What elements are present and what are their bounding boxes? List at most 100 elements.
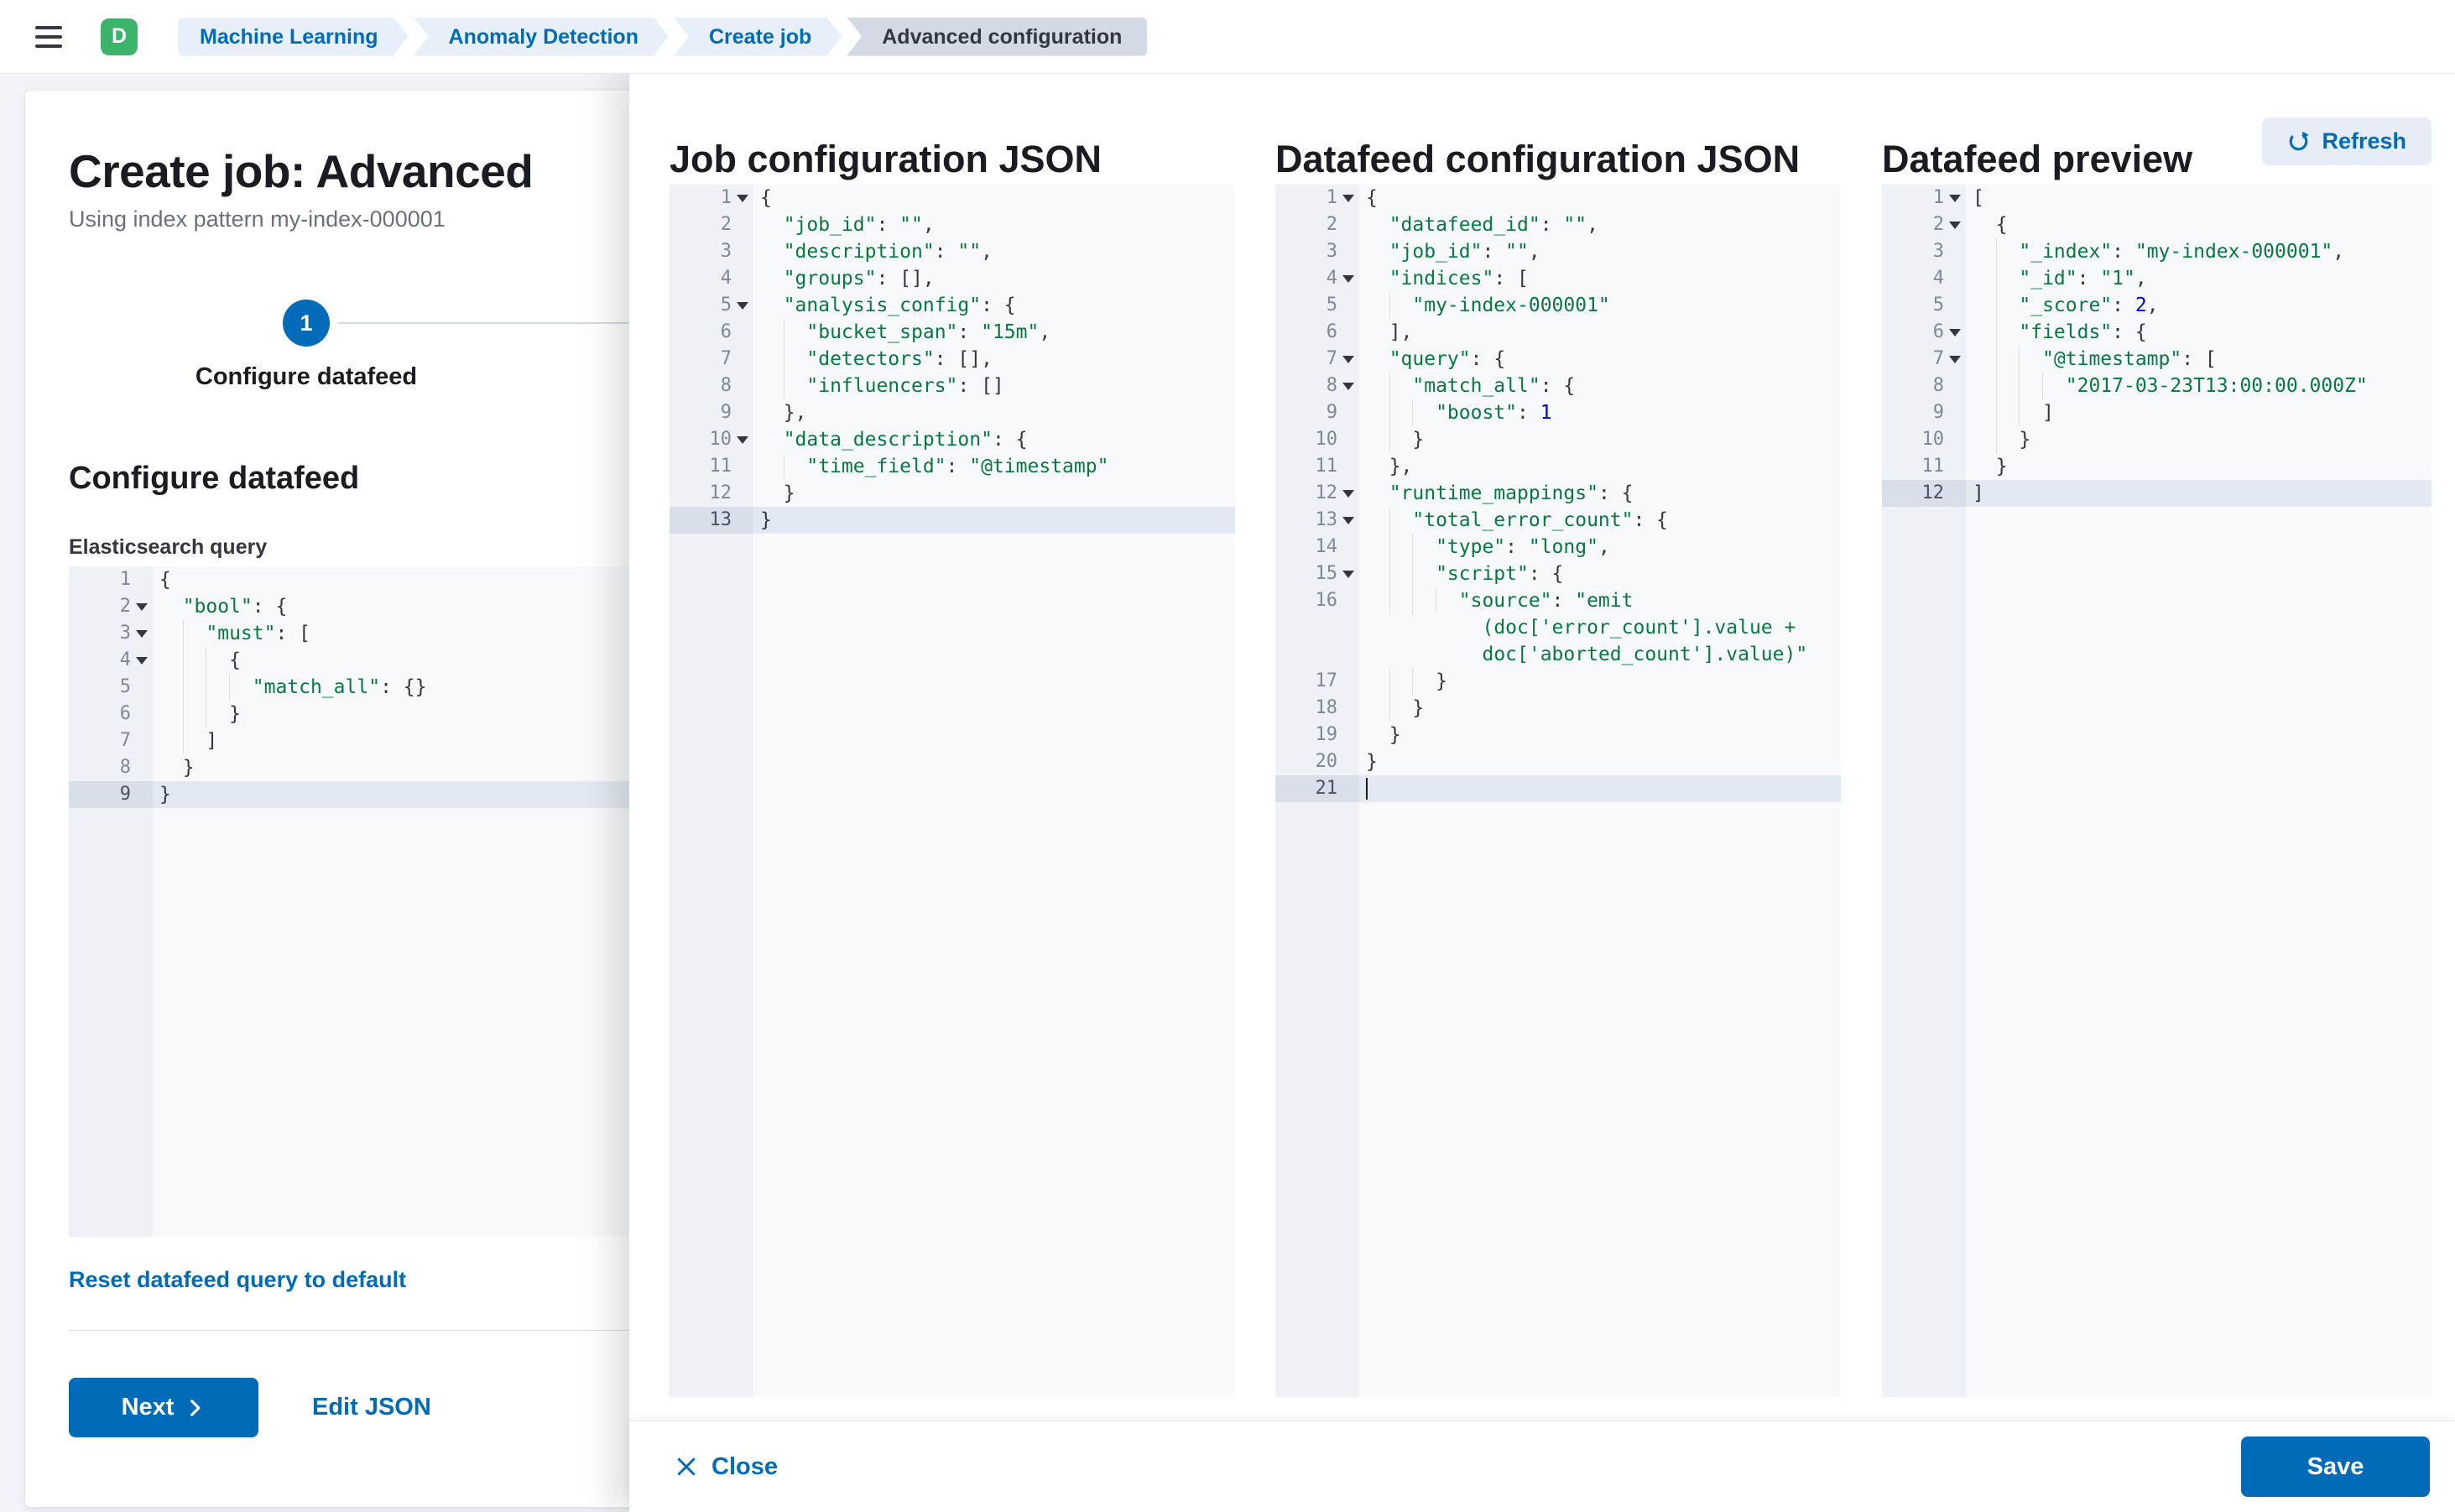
fold-arrow-icon[interactable] — [1949, 329, 1961, 336]
code-line: 9] — [1882, 399, 2432, 426]
breadcrumb-create-job[interactable]: Create job — [674, 18, 842, 56]
fold-arrow-icon[interactable] — [136, 603, 148, 611]
fold-arrow-icon[interactable] — [1949, 195, 1961, 202]
breadcrumb-current: Advanced configuration — [847, 18, 1147, 56]
code-line: 2"job_id": "", — [670, 211, 1235, 238]
fold-arrow-icon[interactable] — [1342, 517, 1354, 524]
fold-arrow-icon[interactable] — [1949, 356, 1961, 363]
code-line: 5"analysis_config": { — [670, 292, 1235, 319]
code-line: 15"script": { — [1275, 560, 1841, 587]
step-1-label: Configure datafeed — [195, 363, 417, 391]
breadcrumb: Machine Learning Anomaly Detection Creat… — [178, 18, 1147, 56]
code-line: 9}, — [670, 399, 1235, 426]
close-button-label: Close — [711, 1453, 778, 1481]
code-line: 5"_score": 2, — [1882, 292, 2432, 319]
fold-arrow-icon[interactable] — [1342, 383, 1354, 390]
fold-arrow-icon[interactable] — [1342, 490, 1354, 498]
breadcrumb-machine-learning[interactable]: Machine Learning — [178, 18, 409, 56]
code-line: 3"job_id": "", — [1275, 238, 1841, 265]
code-line: 12] — [1882, 480, 2432, 507]
reset-datafeed-query-link[interactable]: Reset datafeed query to default — [69, 1267, 406, 1293]
fold-arrow-icon[interactable] — [136, 657, 148, 665]
fold-arrow-icon[interactable] — [737, 302, 748, 310]
job-config-title: Job configuration JSON — [670, 138, 1102, 181]
code-line: 1{ — [1275, 185, 1841, 211]
code-line: 10} — [1882, 426, 2432, 453]
chevron-right-icon — [184, 1397, 206, 1419]
fold-arrow-icon[interactable] — [737, 195, 748, 202]
code-line: 1[ — [1882, 185, 2432, 211]
code-line: 16"source": "emit — [1275, 587, 1841, 614]
fold-arrow-icon[interactable] — [1342, 356, 1354, 363]
code-line: 4"_id": "1", — [1882, 265, 2432, 292]
code-line: 3"_index": "my-index-000001", — [1882, 238, 2432, 265]
code-line: 2{ — [1882, 211, 2432, 238]
code-line: 18} — [1275, 695, 1841, 722]
edit-json-flyout: Job configuration JSON 1{2"job_id": "",3… — [629, 74, 2455, 1512]
code-line: 7"query": { — [1275, 346, 1841, 373]
code-line: 6"bucket_span": "15m", — [670, 319, 1235, 346]
code-line: 21 — [1275, 775, 1841, 802]
fold-arrow-icon[interactable] — [737, 436, 748, 444]
save-button[interactable]: Save — [2241, 1436, 2430, 1497]
code-line: 12} — [670, 480, 1235, 507]
code-line: 4"indices": [ — [1275, 265, 1841, 292]
code-line: 11} — [1882, 453, 2432, 480]
code-line: 1{ — [670, 185, 1235, 211]
code-line: 14"type": "long", — [1275, 534, 1841, 560]
code-line: 20} — [1275, 748, 1841, 775]
menu-bar — [35, 44, 62, 48]
edit-json-button[interactable]: Edit JSON — [307, 1393, 436, 1422]
avatar[interactable]: D — [101, 18, 138, 55]
flyout-footer: Close Save — [629, 1421, 2455, 1512]
job-config-editor[interactable]: 1{2"job_id": "",3"description": "",4"gro… — [670, 185, 1235, 1397]
fold-arrow-icon[interactable] — [1342, 275, 1354, 283]
code-line: 6], — [1275, 319, 1841, 346]
code-line: 5"my-index-000001" — [1275, 292, 1841, 319]
breadcrumb-anomaly-detection[interactable]: Anomaly Detection — [414, 18, 669, 56]
menu-icon[interactable] — [35, 26, 62, 48]
code-line: 13"total_error_count": { — [1275, 507, 1841, 534]
code-line: 17} — [1275, 668, 1841, 695]
datafeed-preview-title: Datafeed preview — [1882, 138, 2192, 181]
code-line: 7"detectors": [], — [670, 346, 1235, 373]
datafeed-preview-editor[interactable]: 1[2{3"_index": "my-index-000001",4"_id":… — [1882, 185, 2432, 1397]
step-1-indicator[interactable]: 1 — [283, 300, 330, 347]
code-line: 6"fields": { — [1882, 319, 2432, 346]
code-line: 7"@timestamp": [ — [1882, 346, 2432, 373]
text-cursor — [1366, 778, 1368, 800]
code-line: 8"2017-03-23T13:00:00.000Z" — [1882, 373, 2432, 399]
close-button[interactable]: Close — [670, 1452, 783, 1482]
code-line: 12"runtime_mappings": { — [1275, 480, 1841, 507]
code-line: 3"description": "", — [670, 238, 1235, 265]
refresh-button-label: Refresh — [2322, 128, 2406, 154]
datafeed-config-title: Datafeed configuration JSON — [1275, 138, 1800, 181]
fold-arrow-icon[interactable] — [1949, 222, 1961, 229]
next-button-label: Next — [122, 1394, 175, 1421]
code-line: (doc['error_count'].value + — [1275, 614, 1841, 641]
fold-arrow-icon[interactable] — [136, 630, 148, 638]
code-line: 19} — [1275, 722, 1841, 748]
top-header: D Machine Learning Anomaly Detection Cre… — [0, 0, 2455, 74]
code-line: 11"time_field": "@timestamp" — [670, 453, 1235, 480]
next-button[interactable]: Next — [69, 1378, 258, 1437]
fold-arrow-icon[interactable] — [1342, 571, 1354, 578]
code-line: 10} — [1275, 426, 1841, 453]
code-line: 9"boost": 1 — [1275, 399, 1841, 426]
refresh-icon — [2287, 130, 2310, 153]
code-line: 2"datafeed_id": "", — [1275, 211, 1841, 238]
code-line: 11}, — [1275, 453, 1841, 480]
code-line: 13} — [670, 507, 1235, 534]
page: D Machine Learning Anomaly Detection Cre… — [0, 0, 2455, 1512]
code-line: 8"match_all": { — [1275, 373, 1841, 399]
code-line: doc['aborted_count'].value)" — [1275, 641, 1841, 668]
close-icon — [675, 1455, 698, 1478]
menu-bar — [35, 26, 62, 29]
datafeed-config-editor[interactable]: 1{2"datafeed_id": "",3"job_id": "",4"ind… — [1275, 185, 1841, 1397]
fold-arrow-icon[interactable] — [1342, 195, 1354, 202]
refresh-button[interactable]: Refresh — [2262, 117, 2432, 165]
menu-bar — [35, 35, 62, 39]
code-line: 10"data_description": { — [670, 426, 1235, 453]
code-line: 4"groups": [], — [670, 265, 1235, 292]
code-line: 8"influencers": [] — [670, 373, 1235, 399]
